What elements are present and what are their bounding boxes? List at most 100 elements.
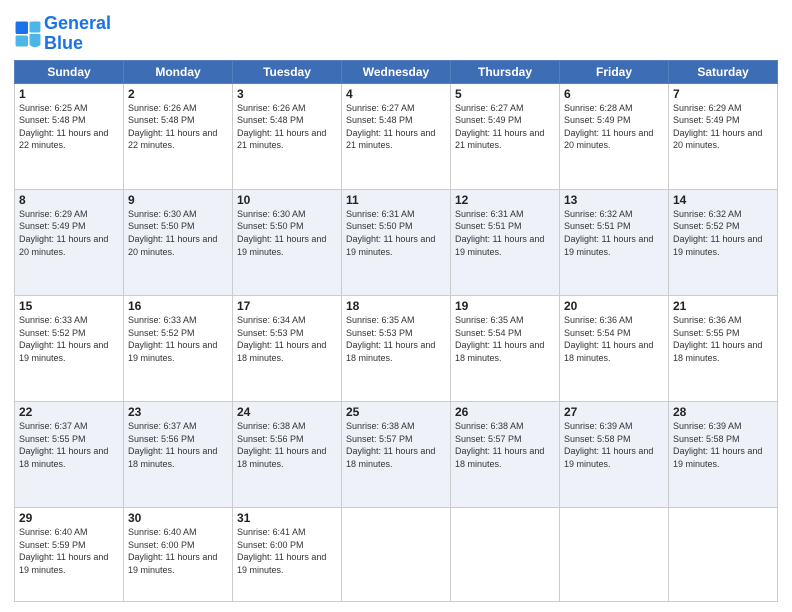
day-info: Sunrise: 6:39 AMSunset: 5:58 PMDaylight:… (564, 421, 653, 469)
day-info: Sunrise: 6:31 AMSunset: 5:50 PMDaylight:… (346, 209, 435, 257)
day-info: Sunrise: 6:35 AMSunset: 5:53 PMDaylight:… (346, 315, 435, 363)
day-cell: 19 Sunrise: 6:35 AMSunset: 5:54 PMDaylig… (451, 295, 560, 401)
day-info: Sunrise: 6:25 AMSunset: 5:48 PMDaylight:… (19, 103, 108, 151)
day-info: Sunrise: 6:29 AMSunset: 5:49 PMDaylight:… (19, 209, 108, 257)
day-number: 5 (455, 87, 555, 101)
day-info: Sunrise: 6:30 AMSunset: 5:50 PMDaylight:… (128, 209, 217, 257)
day-number: 9 (128, 193, 228, 207)
day-info: Sunrise: 6:40 AMSunset: 6:00 PMDaylight:… (128, 527, 217, 575)
day-number: 1 (19, 87, 119, 101)
day-number: 21 (673, 299, 773, 313)
day-info: Sunrise: 6:41 AMSunset: 6:00 PMDaylight:… (237, 527, 326, 575)
weekday-header-cell: Tuesday (233, 60, 342, 83)
day-number: 16 (128, 299, 228, 313)
day-number: 19 (455, 299, 555, 313)
day-number: 4 (346, 87, 446, 101)
day-number: 26 (455, 405, 555, 419)
day-cell: 29 Sunrise: 6:40 AMSunset: 5:59 PMDaylig… (15, 508, 124, 602)
day-info: Sunrise: 6:32 AMSunset: 5:52 PMDaylight:… (673, 209, 762, 257)
day-cell: 23 Sunrise: 6:37 AMSunset: 5:56 PMDaylig… (124, 402, 233, 508)
day-number: 10 (237, 193, 337, 207)
day-info: Sunrise: 6:28 AMSunset: 5:49 PMDaylight:… (564, 103, 653, 151)
day-cell: 3 Sunrise: 6:26 AMSunset: 5:48 PMDayligh… (233, 83, 342, 189)
day-number: 22 (19, 405, 119, 419)
day-number: 12 (455, 193, 555, 207)
day-cell: 20 Sunrise: 6:36 AMSunset: 5:54 PMDaylig… (560, 295, 669, 401)
day-cell: 27 Sunrise: 6:39 AMSunset: 5:58 PMDaylig… (560, 402, 669, 508)
day-number: 11 (346, 193, 446, 207)
day-number: 29 (19, 511, 119, 525)
day-cell: 25 Sunrise: 6:38 AMSunset: 5:57 PMDaylig… (342, 402, 451, 508)
day-cell: 1 Sunrise: 6:25 AMSunset: 5:48 PMDayligh… (15, 83, 124, 189)
day-number: 30 (128, 511, 228, 525)
day-info: Sunrise: 6:29 AMSunset: 5:49 PMDaylight:… (673, 103, 762, 151)
logo: General Blue (14, 14, 111, 54)
day-info: Sunrise: 6:37 AMSunset: 5:56 PMDaylight:… (128, 421, 217, 469)
day-cell: 17 Sunrise: 6:34 AMSunset: 5:53 PMDaylig… (233, 295, 342, 401)
day-cell: 31 Sunrise: 6:41 AMSunset: 6:00 PMDaylig… (233, 508, 342, 602)
day-cell: 2 Sunrise: 6:26 AMSunset: 5:48 PMDayligh… (124, 83, 233, 189)
calendar-body: 1 Sunrise: 6:25 AMSunset: 5:48 PMDayligh… (15, 83, 778, 601)
day-info: Sunrise: 6:36 AMSunset: 5:55 PMDaylight:… (673, 315, 762, 363)
day-number: 13 (564, 193, 664, 207)
week-row: 22 Sunrise: 6:37 AMSunset: 5:55 PMDaylig… (15, 402, 778, 508)
day-cell: 13 Sunrise: 6:32 AMSunset: 5:51 PMDaylig… (560, 189, 669, 295)
day-cell (560, 508, 669, 602)
page: General Blue SundayMondayTuesdayWednesda… (0, 0, 792, 612)
day-cell: 4 Sunrise: 6:27 AMSunset: 5:48 PMDayligh… (342, 83, 451, 189)
day-cell: 8 Sunrise: 6:29 AMSunset: 5:49 PMDayligh… (15, 189, 124, 295)
day-cell: 21 Sunrise: 6:36 AMSunset: 5:55 PMDaylig… (669, 295, 778, 401)
day-info: Sunrise: 6:27 AMSunset: 5:49 PMDaylight:… (455, 103, 544, 151)
day-info: Sunrise: 6:32 AMSunset: 5:51 PMDaylight:… (564, 209, 653, 257)
day-number: 28 (673, 405, 773, 419)
day-cell: 15 Sunrise: 6:33 AMSunset: 5:52 PMDaylig… (15, 295, 124, 401)
week-row: 29 Sunrise: 6:40 AMSunset: 5:59 PMDaylig… (15, 508, 778, 602)
day-cell: 10 Sunrise: 6:30 AMSunset: 5:50 PMDaylig… (233, 189, 342, 295)
weekday-header-cell: Sunday (15, 60, 124, 83)
weekday-header-cell: Friday (560, 60, 669, 83)
day-cell: 6 Sunrise: 6:28 AMSunset: 5:49 PMDayligh… (560, 83, 669, 189)
day-number: 31 (237, 511, 337, 525)
calendar: SundayMondayTuesdayWednesdayThursdayFrid… (14, 60, 778, 602)
day-cell (342, 508, 451, 602)
day-info: Sunrise: 6:31 AMSunset: 5:51 PMDaylight:… (455, 209, 544, 257)
day-number: 3 (237, 87, 337, 101)
day-number: 20 (564, 299, 664, 313)
day-info: Sunrise: 6:33 AMSunset: 5:52 PMDaylight:… (128, 315, 217, 363)
day-cell: 9 Sunrise: 6:30 AMSunset: 5:50 PMDayligh… (124, 189, 233, 295)
day-number: 6 (564, 87, 664, 101)
day-cell: 7 Sunrise: 6:29 AMSunset: 5:49 PMDayligh… (669, 83, 778, 189)
day-number: 18 (346, 299, 446, 313)
day-cell: 5 Sunrise: 6:27 AMSunset: 5:49 PMDayligh… (451, 83, 560, 189)
day-number: 25 (346, 405, 446, 419)
weekday-header-cell: Monday (124, 60, 233, 83)
day-info: Sunrise: 6:36 AMSunset: 5:54 PMDaylight:… (564, 315, 653, 363)
day-info: Sunrise: 6:39 AMSunset: 5:58 PMDaylight:… (673, 421, 762, 469)
day-cell: 16 Sunrise: 6:33 AMSunset: 5:52 PMDaylig… (124, 295, 233, 401)
day-number: 2 (128, 87, 228, 101)
day-info: Sunrise: 6:33 AMSunset: 5:52 PMDaylight:… (19, 315, 108, 363)
day-number: 23 (128, 405, 228, 419)
day-cell (451, 508, 560, 602)
day-number: 17 (237, 299, 337, 313)
day-info: Sunrise: 6:38 AMSunset: 5:56 PMDaylight:… (237, 421, 326, 469)
week-row: 8 Sunrise: 6:29 AMSunset: 5:49 PMDayligh… (15, 189, 778, 295)
day-info: Sunrise: 6:26 AMSunset: 5:48 PMDaylight:… (128, 103, 217, 151)
day-cell: 24 Sunrise: 6:38 AMSunset: 5:56 PMDaylig… (233, 402, 342, 508)
day-cell: 30 Sunrise: 6:40 AMSunset: 6:00 PMDaylig… (124, 508, 233, 602)
weekday-header-cell: Wednesday (342, 60, 451, 83)
day-number: 14 (673, 193, 773, 207)
week-row: 1 Sunrise: 6:25 AMSunset: 5:48 PMDayligh… (15, 83, 778, 189)
day-info: Sunrise: 6:27 AMSunset: 5:48 PMDaylight:… (346, 103, 435, 151)
day-info: Sunrise: 6:38 AMSunset: 5:57 PMDaylight:… (346, 421, 435, 469)
day-cell: 12 Sunrise: 6:31 AMSunset: 5:51 PMDaylig… (451, 189, 560, 295)
week-row: 15 Sunrise: 6:33 AMSunset: 5:52 PMDaylig… (15, 295, 778, 401)
day-cell: 28 Sunrise: 6:39 AMSunset: 5:58 PMDaylig… (669, 402, 778, 508)
day-number: 7 (673, 87, 773, 101)
day-cell: 22 Sunrise: 6:37 AMSunset: 5:55 PMDaylig… (15, 402, 124, 508)
day-number: 27 (564, 405, 664, 419)
weekday-header: SundayMondayTuesdayWednesdayThursdayFrid… (15, 60, 778, 83)
weekday-header-cell: Saturday (669, 60, 778, 83)
day-number: 24 (237, 405, 337, 419)
day-cell: 26 Sunrise: 6:38 AMSunset: 5:57 PMDaylig… (451, 402, 560, 508)
